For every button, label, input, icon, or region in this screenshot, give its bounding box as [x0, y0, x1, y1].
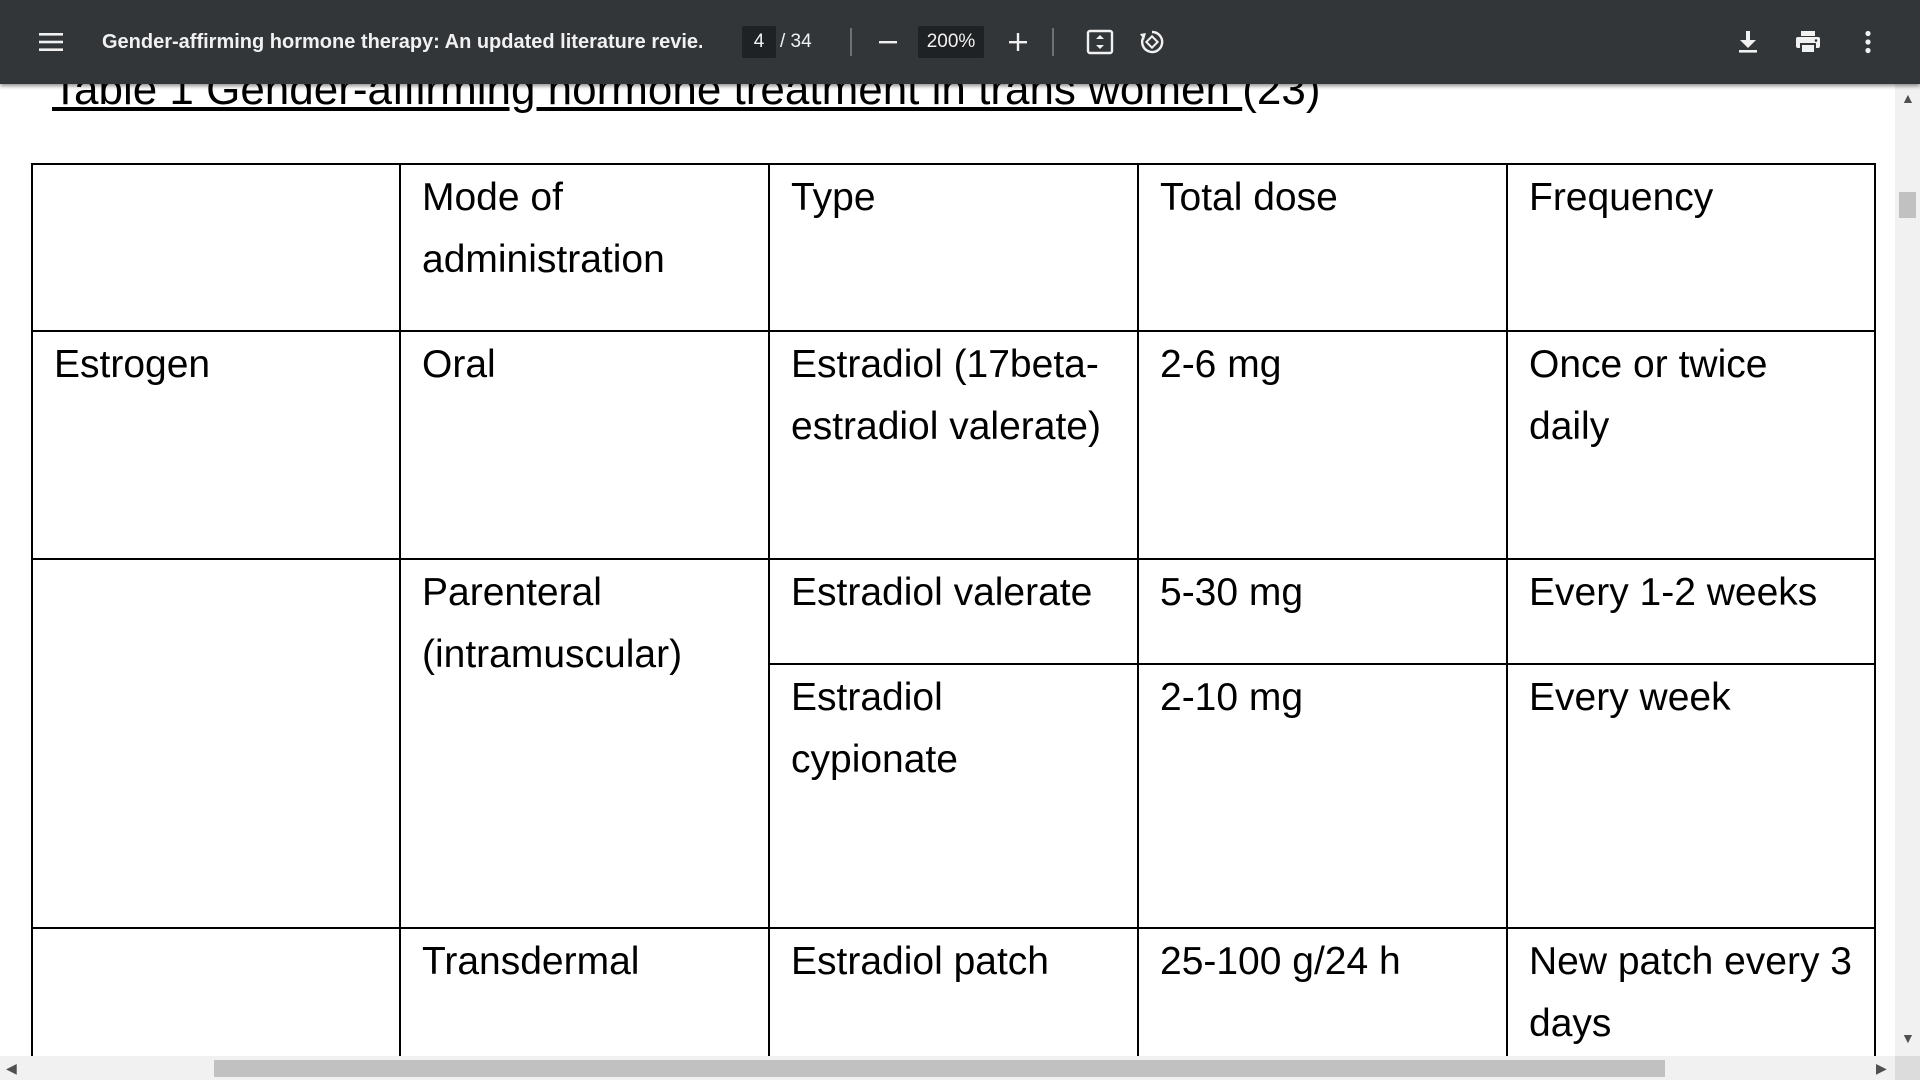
type-cell: Estradiol cypionate — [768, 663, 1139, 929]
minus-icon — [879, 41, 897, 44]
dose-cell: 5-30 mg — [1137, 558, 1508, 665]
header-cell: Frequency — [1506, 163, 1876, 332]
fit-to-page-button[interactable] — [1078, 20, 1122, 64]
mode-cell: Parenteral (intramuscular) — [399, 558, 770, 929]
document-title: Gender-affirming hormone therapy: An upd… — [102, 31, 702, 53]
print-button[interactable] — [1786, 20, 1830, 64]
header-cell — [31, 163, 401, 332]
type-cell: Estradiol valerate — [768, 558, 1139, 665]
toolbar-divider — [850, 28, 852, 56]
rotate-counterclockwise-icon — [1140, 30, 1164, 54]
table-row: Estrogen Oral Estradiol (17beta-estradio… — [31, 330, 1876, 560]
more-vertical-icon — [1865, 30, 1871, 54]
download-icon — [1739, 31, 1757, 53]
page-total: / 34 — [780, 31, 812, 52]
table-caption-title: Table 1 Gender-affirming hormone treatme… — [52, 84, 1243, 114]
frequency-cell: Every 1-2 weeks — [1506, 558, 1876, 665]
zoom-level-input[interactable]: 200% — [918, 26, 984, 58]
scroll-down-arrow-icon[interactable]: ▼ — [1901, 1030, 1915, 1046]
zoom-out-button[interactable] — [868, 22, 908, 62]
pdf-page-viewport: Table 1 Gender-affirming hormone treatme… — [0, 84, 1895, 1056]
hormone-cell: Estrogen — [31, 330, 401, 560]
zoom-in-button[interactable] — [998, 22, 1038, 62]
frequency-cell: Once or twice daily — [1506, 330, 1876, 560]
menu-button[interactable] — [28, 22, 74, 62]
scroll-right-arrow-icon[interactable]: ▶ — [1876, 1060, 1887, 1077]
dose-cell: 2-6 mg — [1137, 330, 1508, 560]
hormone-cell — [31, 927, 401, 1056]
vertical-scroll-thumb[interactable] — [1899, 192, 1916, 218]
type-cell: Estradiol (17beta-estradiol valerate) — [768, 330, 1139, 560]
hamburger-menu-icon — [39, 33, 63, 51]
page-number-input[interactable]: 4 — [742, 26, 776, 58]
table-row: Parenteral (intramuscular) Estradiol val… — [31, 558, 1876, 929]
header-cell: Type — [768, 163, 1139, 332]
fit-to-page-icon — [1086, 29, 1114, 55]
frequency-cell: New patch every 3 days — [1506, 927, 1876, 1056]
download-button[interactable] — [1726, 20, 1770, 64]
pdf-toolbar: Gender-affirming hormone therapy: An upd… — [0, 0, 1920, 84]
header-cell: Mode of administration — [399, 163, 770, 332]
scroll-up-arrow-icon[interactable]: ▲ — [1901, 90, 1915, 106]
header-cell: Total dose — [1137, 163, 1508, 332]
table-caption: Table 1 Gender-affirming hormone treatme… — [52, 84, 1320, 120]
frequency-cell: Every week — [1506, 663, 1876, 929]
dose-cell: 2-10 mg — [1137, 663, 1508, 929]
table-caption-reference: (23) — [1242, 84, 1321, 114]
toolbar-divider — [1052, 28, 1054, 56]
table-row: Transdermal Estradiol patch 25-100 g/24 … — [31, 927, 1876, 1056]
hormone-cell — [31, 558, 401, 929]
horizontal-scroll-thumb[interactable] — [214, 1060, 1665, 1077]
vertical-scrollbar[interactable]: ▲ ▼ — [1895, 84, 1920, 1056]
rotate-button[interactable] — [1130, 20, 1174, 64]
print-icon — [1796, 31, 1820, 54]
scroll-left-arrow-icon[interactable]: ◀ — [6, 1060, 17, 1077]
table-header-row: Mode of administration Type Total dose F… — [31, 163, 1876, 332]
dose-cell: 25-100 g/24 h — [1137, 927, 1508, 1056]
mode-cell: Oral — [399, 330, 770, 560]
mode-cell: Transdermal — [399, 927, 770, 1056]
more-actions-button[interactable] — [1846, 20, 1890, 64]
plus-icon — [1009, 33, 1027, 51]
hormone-treatment-table: Mode of administration Type Total dose F… — [31, 163, 1876, 1056]
horizontal-scrollbar[interactable]: ◀ ▶ — [0, 1056, 1895, 1080]
scrollbar-corner — [1895, 1056, 1920, 1080]
type-cell: Estradiol patch — [768, 927, 1139, 1056]
